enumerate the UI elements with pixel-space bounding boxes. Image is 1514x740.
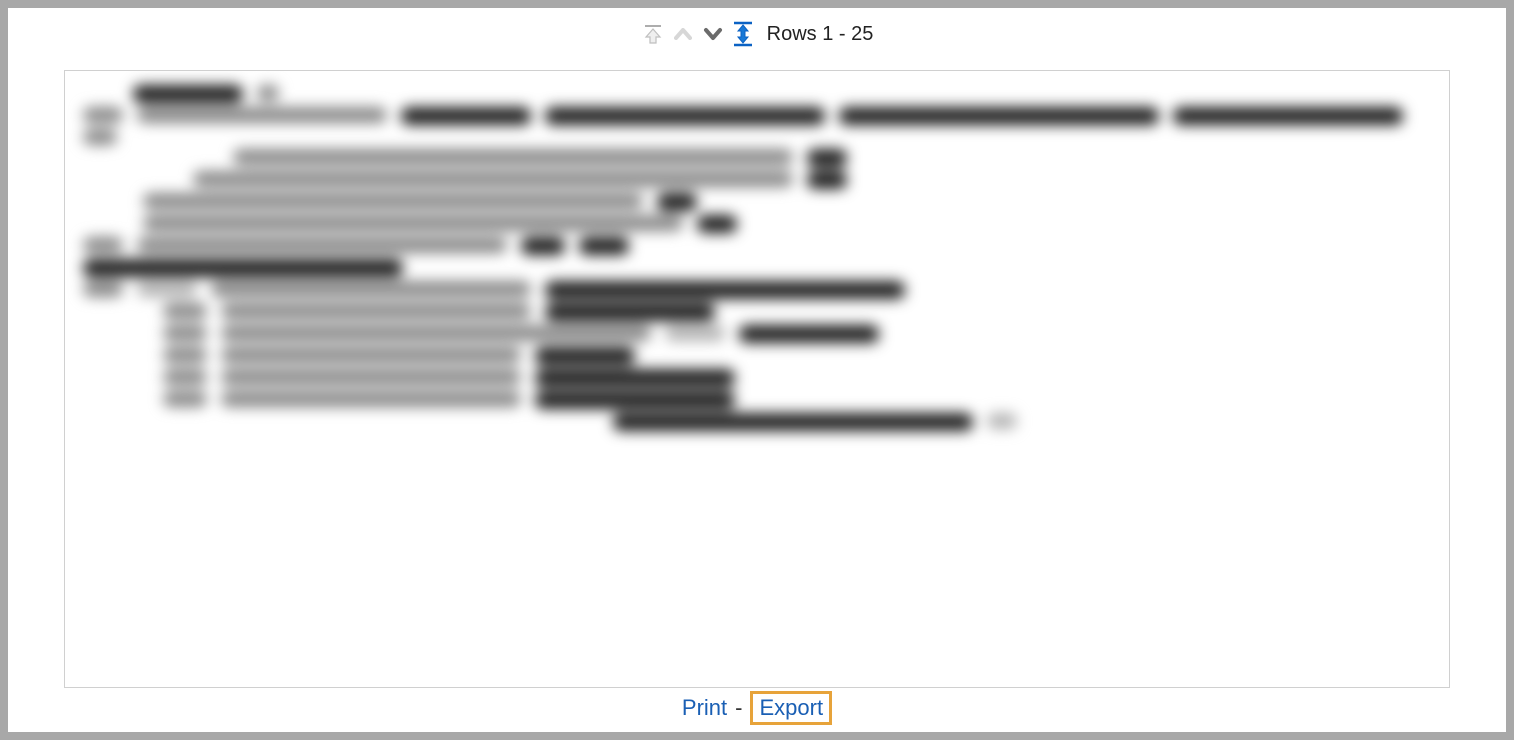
report-panel: Rows 1 - 25	[8, 8, 1506, 732]
pagination-toolbar: Rows 1 - 25	[8, 8, 1506, 54]
rows-indicator: Rows 1 - 25	[767, 23, 874, 46]
content-wrap	[8, 54, 1506, 688]
footer-actions: Print - Export	[8, 688, 1506, 732]
chevron-up-icon[interactable]	[671, 22, 695, 46]
footer-separator: -	[735, 695, 742, 721]
report-content	[64, 70, 1450, 688]
export-link[interactable]: Export	[759, 695, 823, 721]
blurred-report-body	[65, 71, 1449, 449]
export-highlight: Export	[750, 691, 832, 725]
expand-vertical-icon[interactable]	[731, 22, 755, 46]
print-link[interactable]: Print	[682, 695, 727, 721]
chevron-down-icon[interactable]	[701, 22, 725, 46]
scroll-top-icon[interactable]	[641, 22, 665, 46]
